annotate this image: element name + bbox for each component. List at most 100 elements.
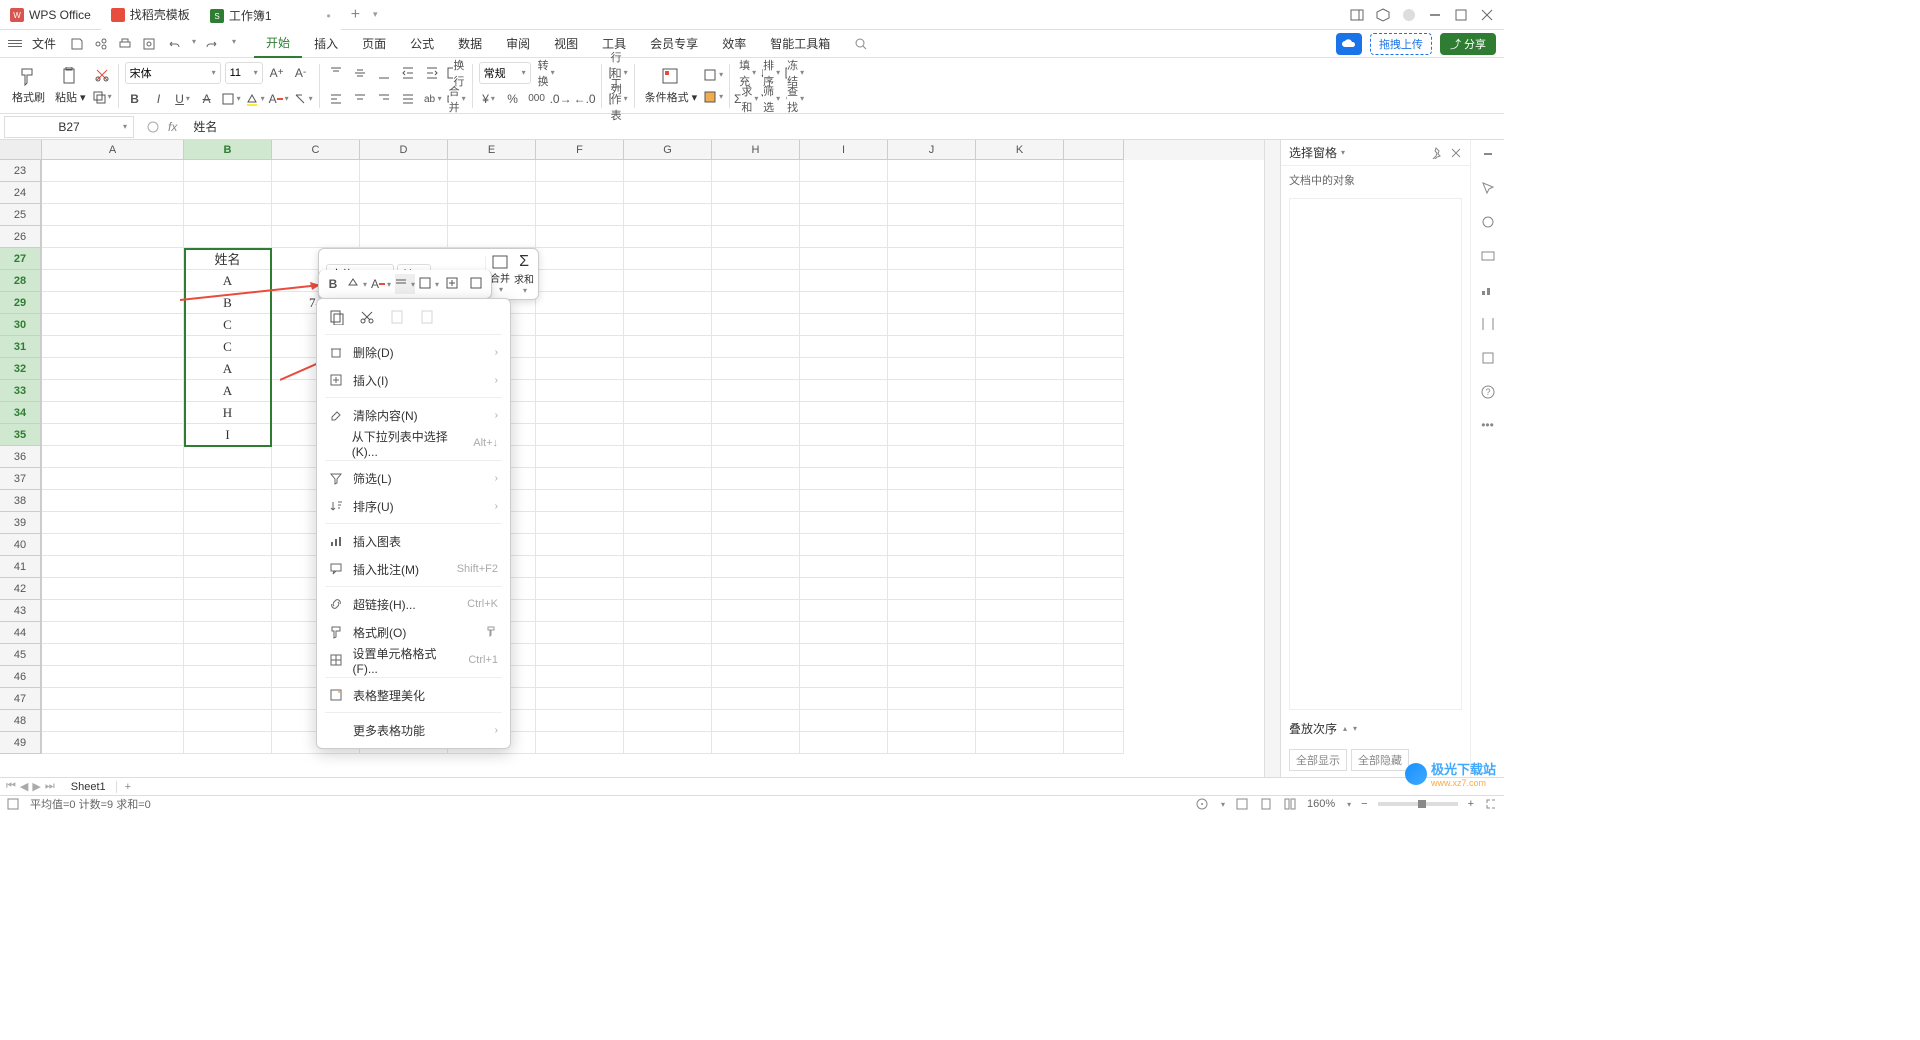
expand-fx-icon[interactable] — [146, 120, 160, 134]
add-sheet-button[interactable]: + — [117, 781, 139, 793]
currency-button[interactable]: ¥▾ — [479, 89, 499, 109]
cell-B49[interactable] — [184, 732, 272, 754]
cell-L47[interactable] — [1064, 688, 1124, 710]
col-header-J[interactable]: J — [888, 140, 976, 160]
cell-L46[interactable] — [1064, 666, 1124, 688]
cell-I35[interactable] — [800, 424, 888, 446]
cell-B46[interactable] — [184, 666, 272, 688]
cell-I25[interactable] — [800, 204, 888, 226]
cell-K40[interactable] — [976, 534, 1064, 556]
cell-J33[interactable] — [888, 380, 976, 402]
cell-H32[interactable] — [712, 358, 800, 380]
cell-K46[interactable] — [976, 666, 1064, 688]
col-header-F[interactable]: F — [536, 140, 624, 160]
cell-B24[interactable] — [184, 182, 272, 204]
cell-D25[interactable] — [360, 204, 448, 226]
merge-button[interactable]: 合并▾ — [446, 89, 466, 109]
cell-E24[interactable] — [448, 182, 536, 204]
italic-button[interactable]: I — [149, 89, 169, 109]
cell-H33[interactable] — [712, 380, 800, 402]
dec-inc-button[interactable]: .0→ — [551, 89, 571, 109]
col-header-H[interactable]: H — [712, 140, 800, 160]
row-header-26[interactable]: 26 — [0, 226, 42, 248]
row-header-43[interactable]: 43 — [0, 600, 42, 622]
cell-G31[interactable] — [624, 336, 712, 358]
cell-J49[interactable] — [888, 732, 976, 754]
row-header-40[interactable]: 40 — [0, 534, 42, 556]
cell-I40[interactable] — [800, 534, 888, 556]
pin-icon[interactable] — [1430, 147, 1442, 159]
avatar-icon[interactable] — [1402, 8, 1416, 22]
cell-B31[interactable]: C — [184, 336, 272, 358]
cell-L29[interactable] — [1064, 292, 1124, 314]
more-tools-icon[interactable]: ••• — [1481, 418, 1494, 432]
sheet-tab-1[interactable]: Sheet1 — [61, 781, 117, 793]
cm-cut-icon[interactable] — [359, 309, 375, 325]
cell-B25[interactable] — [184, 204, 272, 226]
font-shrink-button[interactable]: A- — [291, 63, 311, 83]
cell-L23[interactable] — [1064, 160, 1124, 182]
table-style-button[interactable]: ▾ — [703, 65, 723, 85]
cell-A35[interactable] — [42, 424, 184, 446]
cell-G27[interactable] — [624, 248, 712, 270]
cell-H26[interactable] — [712, 226, 800, 248]
percent-button[interactable]: % — [503, 89, 523, 109]
cell-K39[interactable] — [976, 512, 1064, 534]
cell-B23[interactable] — [184, 160, 272, 182]
cell-L39[interactable] — [1064, 512, 1124, 534]
cell-I30[interactable] — [800, 314, 888, 336]
cell-H29[interactable] — [712, 292, 800, 314]
cell-G24[interactable] — [624, 182, 712, 204]
cell-J23[interactable] — [888, 160, 976, 182]
tab-home[interactable]: 开始 — [254, 30, 302, 58]
cell-G49[interactable] — [624, 732, 712, 754]
zoom-in-button[interactable]: + — [1468, 798, 1474, 810]
workbook-tab[interactable]: S 工作簿1 • — [200, 0, 341, 30]
cell-B36[interactable] — [184, 446, 272, 468]
cell-L31[interactable] — [1064, 336, 1124, 358]
cell-A26[interactable] — [42, 226, 184, 248]
row-header-37[interactable]: 37 — [0, 468, 42, 490]
cell-L37[interactable] — [1064, 468, 1124, 490]
cell-J40[interactable] — [888, 534, 976, 556]
cm-dropdown-list[interactable]: 从下拉列表中选择(K)...Alt+↓ — [317, 429, 510, 457]
cell-A28[interactable] — [42, 270, 184, 292]
cell-A25[interactable] — [42, 204, 184, 226]
cell-B45[interactable] — [184, 644, 272, 666]
sum-button[interactable]: Σ求和▾ — [736, 89, 756, 109]
cell-H28[interactable] — [712, 270, 800, 292]
cell-B26[interactable] — [184, 226, 272, 248]
redo-caret[interactable]: ▾ — [232, 37, 236, 51]
cloud-button[interactable] — [1336, 33, 1362, 55]
cell-K29[interactable] — [976, 292, 1064, 314]
row-header-46[interactable]: 46 — [0, 666, 42, 688]
cell-J43[interactable] — [888, 600, 976, 622]
mini-insert-button[interactable] — [443, 274, 463, 294]
cell-I36[interactable] — [800, 446, 888, 468]
cell-L38[interactable] — [1064, 490, 1124, 512]
cell-H37[interactable] — [712, 468, 800, 490]
cell-F49[interactable] — [536, 732, 624, 754]
cell-K34[interactable] — [976, 402, 1064, 424]
cell-H41[interactable] — [712, 556, 800, 578]
row-header-27[interactable]: 27 — [0, 248, 42, 270]
cell-B43[interactable] — [184, 600, 272, 622]
cell-E23[interactable] — [448, 160, 536, 182]
cell-L45[interactable] — [1064, 644, 1124, 666]
fill-color-button[interactable]: ▾ — [245, 89, 265, 109]
cell-G28[interactable] — [624, 270, 712, 292]
cell-B42[interactable] — [184, 578, 272, 600]
cell-G39[interactable] — [624, 512, 712, 534]
cell-J45[interactable] — [888, 644, 976, 666]
cell-J26[interactable] — [888, 226, 976, 248]
cell-L28[interactable] — [1064, 270, 1124, 292]
cell-A39[interactable] — [42, 512, 184, 534]
cell-K24[interactable] — [976, 182, 1064, 204]
next-sheet-button[interactable]: ▶ — [32, 780, 40, 793]
cell-B41[interactable] — [184, 556, 272, 578]
cell-K42[interactable] — [976, 578, 1064, 600]
cm-delete[interactable]: 删除(D)› — [317, 338, 510, 366]
zoom-value[interactable]: 160% — [1307, 798, 1335, 810]
cell-G36[interactable] — [624, 446, 712, 468]
mini-fontcolor-button[interactable]: A▾ — [371, 274, 391, 294]
